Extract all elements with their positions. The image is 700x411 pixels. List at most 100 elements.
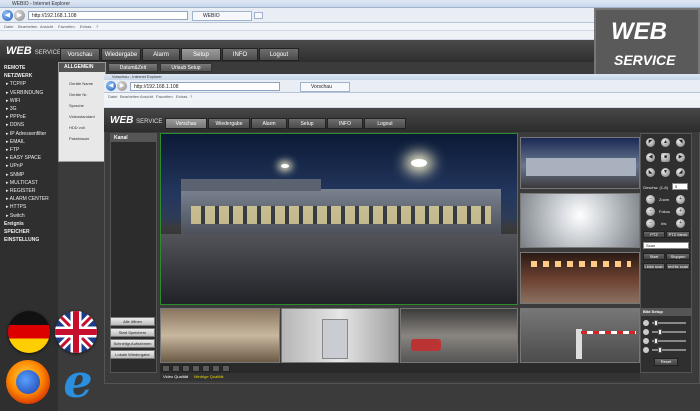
new-tab-button[interactable]	[254, 12, 263, 19]
main-video-view[interactable]	[160, 133, 518, 305]
ptz-left-icon[interactable]: ◀	[646, 153, 655, 162]
ptz-right-scan-button[interactable]: rechts scan	[666, 263, 690, 270]
menu-favoriten[interactable]: Favoriten	[58, 23, 75, 31]
inner-forward-button[interactable]: ▶	[117, 81, 127, 91]
street-light	[411, 159, 427, 167]
nav-alarm[interactable]: Alarm	[142, 48, 180, 61]
forward-button[interactable]: ▶	[14, 10, 25, 21]
camera-view-restaurant[interactable]	[520, 252, 640, 304]
ptz-function-select[interactable]: Scan	[643, 242, 689, 249]
layout-8-button[interactable]	[182, 365, 190, 372]
tab-ptz[interactable]: PTZ	[643, 231, 665, 238]
firefox-icon[interactable]	[6, 360, 50, 404]
camera-view-lobby[interactable]	[160, 308, 280, 363]
ptz-stop-button[interactable]: Stoppen	[666, 253, 690, 260]
ptz-up-icon[interactable]: ▲	[661, 138, 670, 147]
restaurant-lights	[531, 261, 631, 267]
snapshot-button[interactable]: Schnellgr.Aufnahmen	[110, 339, 155, 348]
uk-flag-icon[interactable]	[55, 311, 97, 353]
nav-info[interactable]: INFO	[222, 48, 258, 61]
tab-ptz-menu[interactable]: PTZ Menü	[666, 231, 690, 238]
inner-back-button[interactable]: ◀	[106, 81, 116, 91]
internet-explorer-icon[interactable]: e	[55, 358, 101, 404]
camera-view-elevator[interactable]	[281, 308, 399, 363]
slider-handle[interactable]	[654, 338, 658, 344]
camera-view-barrier[interactable]	[520, 308, 640, 363]
camera-view-loading-dock[interactable]	[520, 137, 640, 189]
image-reset-button[interactable]: Reset	[654, 358, 678, 366]
menu-help[interactable]: ?	[96, 23, 98, 31]
inner-nav-setup[interactable]: Setup	[288, 118, 326, 129]
ptz-start-button[interactable]: Start	[643, 253, 665, 260]
ptz-down-right-icon[interactable]: ◢	[676, 168, 685, 177]
quality-value[interactable]: Niedrige Qualität	[190, 374, 224, 379]
ptz-down-left-icon[interactable]: ◣	[646, 168, 655, 177]
ptz-left-scan-button[interactable]: Links scan	[643, 263, 665, 270]
slider-handle[interactable]	[654, 320, 658, 326]
badge-service-text: SERVICE	[614, 52, 676, 68]
ptz-right-icon[interactable]: ▶	[676, 153, 685, 162]
inner-nav-wiedergabe[interactable]: Wiedergabe	[208, 118, 250, 129]
video-quality-bar: Video Qualität Niedrige Qualität	[160, 373, 640, 381]
allgemein-item[interactable]: Videostandard	[69, 113, 95, 121]
camera-view-garage[interactable]	[400, 308, 518, 363]
fullscreen-button[interactable]	[212, 365, 220, 372]
slider-handle[interactable]	[658, 329, 662, 335]
layout-1-button[interactable]	[162, 365, 170, 372]
subtab-datum-zeit[interactable]: Datum&Zeit	[108, 63, 158, 72]
address-input[interactable]: http://192.168.1.108	[28, 11, 188, 20]
ptz-up-right-icon[interactable]: ◥	[676, 138, 685, 147]
inner-menu-favoriten[interactable]: Favoriten	[156, 93, 173, 100]
ptz-speed-label: Geschw. (1-8)	[643, 185, 668, 190]
iris-open-icon[interactable]: +	[676, 219, 685, 228]
allgemein-item[interactable]: Geräte Name	[69, 80, 93, 88]
subtab-urlaub-setup[interactable]: Urlaub Setup	[160, 63, 212, 72]
inner-nav-alarm[interactable]: Alarm	[251, 118, 287, 129]
nav-vorschau[interactable]: Vorschau	[60, 48, 100, 61]
ptz-speed-select[interactable]: 5	[672, 183, 688, 190]
nav-setup[interactable]: Setup	[181, 48, 221, 61]
menu-bearbeiten[interactable]: Bearbeiten	[18, 23, 37, 31]
browser-tab[interactable]: WEBIO	[192, 11, 252, 21]
menu-ansicht[interactable]: Ansicht	[40, 23, 53, 31]
allgemein-item[interactable]: Paketdauer	[69, 135, 89, 143]
back-button[interactable]: ◀	[2, 10, 13, 21]
open-all-button[interactable]: Alle öffnen	[110, 317, 155, 326]
germany-flag-icon[interactable]	[8, 311, 50, 353]
inner-menu-datei[interactable]: Datei	[108, 93, 117, 100]
zoom-out-icon[interactable]: −	[646, 195, 655, 204]
ptz-up-left-icon[interactable]: ◤	[646, 138, 655, 147]
left-menu-item[interactable]: EINSTELLUNG	[4, 236, 39, 245]
camera-view-hallway[interactable]	[520, 193, 640, 248]
allgemein-item[interactable]: HDD voll	[69, 124, 85, 132]
layout-16-button[interactable]	[202, 365, 210, 372]
focus-out-icon[interactable]: −	[646, 207, 655, 216]
inner-menu-bearbeiten[interactable]: Bearbeiten	[120, 93, 139, 100]
focus-in-icon[interactable]: +	[676, 207, 685, 216]
start-record-button[interactable]: Start Speichern	[110, 328, 155, 337]
layout-extra-button[interactable]	[222, 365, 230, 372]
inner-nav-logout[interactable]: Logout	[364, 118, 406, 129]
slider-handle[interactable]	[658, 347, 662, 353]
iris-close-icon[interactable]: −	[646, 219, 655, 228]
menu-datei[interactable]: Datei	[4, 23, 13, 31]
inner-menu-help[interactable]: ?	[190, 93, 192, 100]
inner-nav-vorschau[interactable]: Vorschau	[165, 118, 207, 129]
focus-label: Fokus	[659, 209, 670, 214]
menu-extras[interactable]: Extras	[80, 23, 91, 31]
zoom-in-icon[interactable]: +	[676, 195, 685, 204]
allgemein-item[interactable]: Geräte Nr.	[69, 91, 87, 99]
nav-wiedergabe[interactable]: Wiedergabe	[101, 48, 141, 61]
ptz-center-icon[interactable]: ■	[661, 153, 670, 162]
ptz-down-icon[interactable]: ▼	[661, 168, 670, 177]
inner-menu-extras[interactable]: Extras	[176, 93, 187, 100]
inner-menu-ansicht[interactable]: Ansicht	[140, 93, 153, 100]
inner-address-input[interactable]: http://192.168.1.108	[130, 82, 280, 91]
nav-logout[interactable]: Logout	[259, 48, 299, 61]
local-playback-button[interactable]: Lokale Wiedergabe	[110, 350, 155, 359]
layout-9-button[interactable]	[192, 365, 200, 372]
allgemein-item[interactable]: Sprache	[69, 102, 84, 110]
inner-browser-tab[interactable]: Vorschau	[300, 82, 350, 92]
inner-nav-info[interactable]: INFO	[327, 118, 363, 129]
layout-4-button[interactable]	[172, 365, 180, 372]
